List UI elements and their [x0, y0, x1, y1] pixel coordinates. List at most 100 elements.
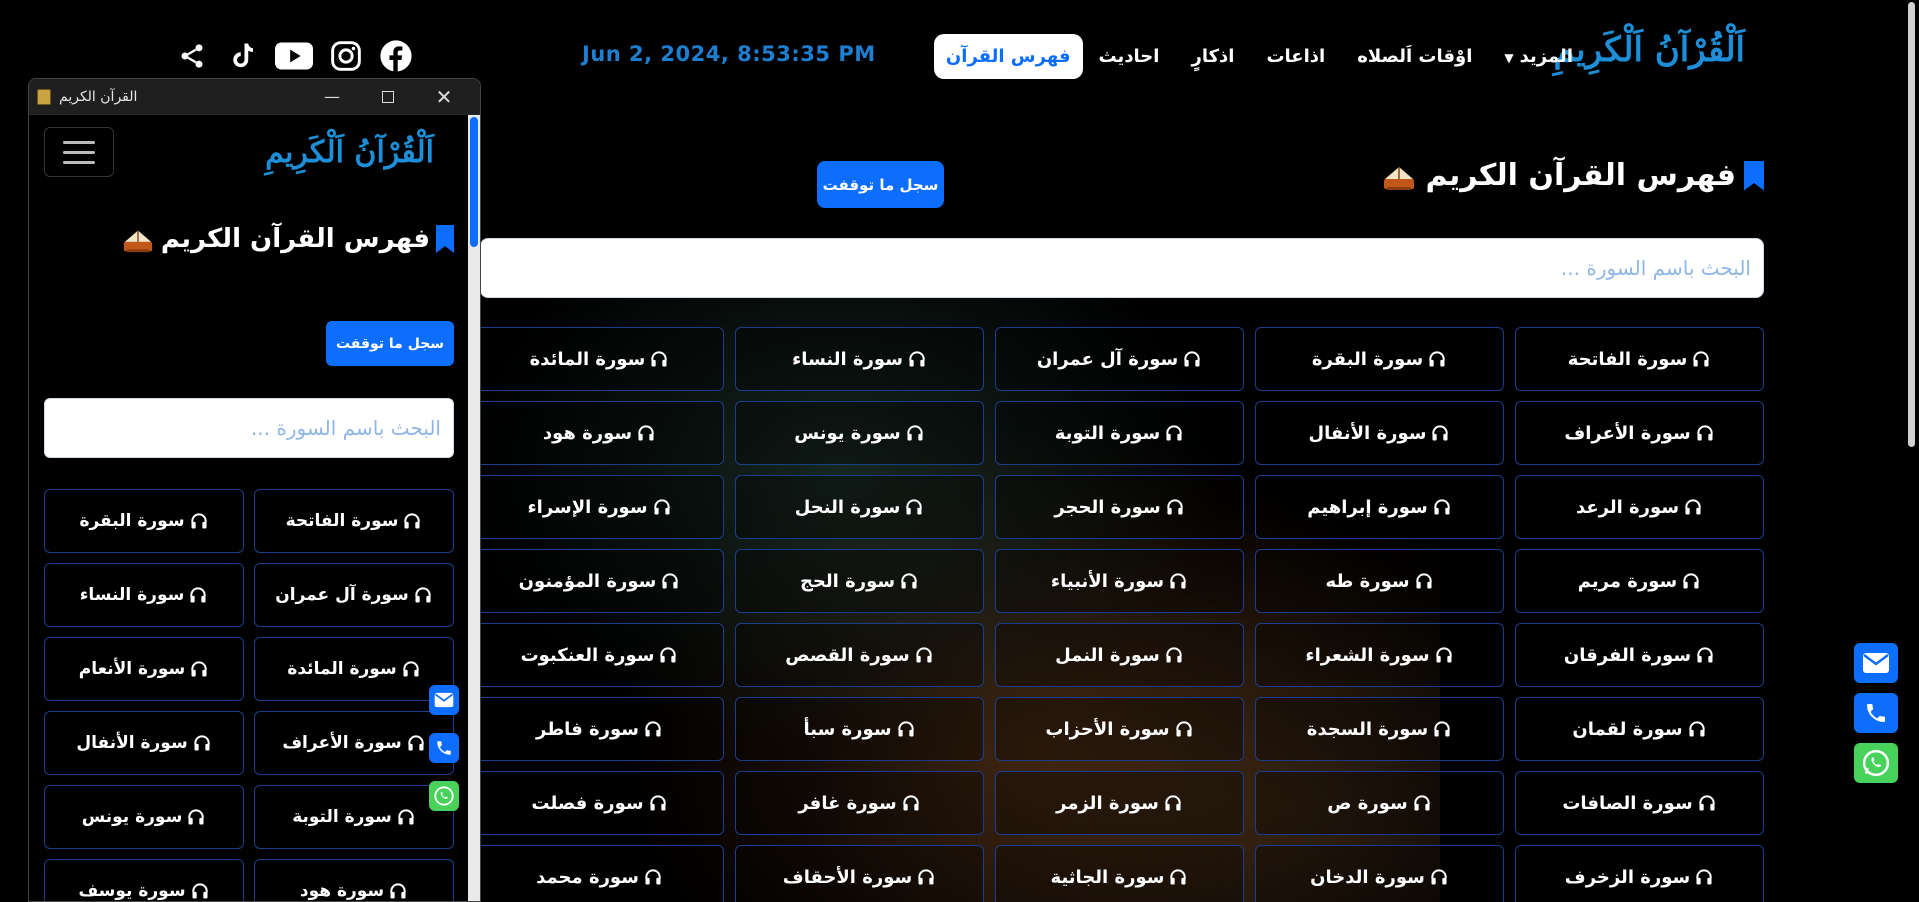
surah-card[interactable]: سورة التوبة — [995, 401, 1244, 465]
surah-card[interactable]: سورة الإسراء — [475, 475, 724, 539]
surah-card[interactable]: سورة لقمان — [1515, 697, 1764, 761]
window-save-progress-button[interactable]: سجل ما توقفت — [326, 321, 454, 366]
window-surah-card[interactable]: سورة هود — [254, 859, 454, 901]
quran-book-icon — [1384, 166, 1415, 190]
whatsapp-icon[interactable] — [429, 781, 459, 811]
page-scrollbar[interactable] — [1905, 0, 1917, 902]
window-scrollbar[interactable] — [468, 115, 480, 901]
window-surah-search-input[interactable]: البحث باسم السورة ... — [44, 398, 454, 458]
app-window: القرآن الكريم — ✕ اَلْقُرْآنُ اَلْكَرِيم… — [28, 78, 481, 902]
surah-card[interactable]: سورة الزخرف — [1515, 845, 1764, 902]
surah-card[interactable]: سورة النساء — [735, 327, 984, 391]
surah-card[interactable]: سورة الزمر — [995, 771, 1244, 835]
window-surah-card[interactable]: سورة التوبة — [254, 785, 454, 849]
nav-more-dropdown[interactable]: المزيد ▼ — [1488, 34, 1589, 79]
headphones-icon — [188, 809, 204, 825]
window-surah-card[interactable]: سورة البقرة — [44, 489, 244, 553]
surah-card[interactable]: سورة النمل — [995, 623, 1244, 687]
headphones-icon — [1170, 573, 1186, 589]
maximize-icon[interactable] — [360, 79, 416, 115]
surah-card[interactable]: سورة السجدة — [1255, 697, 1504, 761]
surah-card[interactable]: سورة محمد — [475, 845, 724, 902]
surah-card[interactable]: سورة الفرقان — [1515, 623, 1764, 687]
surah-card[interactable]: سورة آل عمران — [995, 327, 1244, 391]
surah-name: سورة الزمر — [1056, 792, 1159, 814]
save-progress-button[interactable]: سجل ما توقفت — [817, 161, 944, 208]
surah-row: سورة الفرقان سورة الشعراء سورة النمل سورة ا… — [475, 623, 1764, 687]
window-surah-card[interactable]: سورة النساء — [44, 563, 244, 627]
surah-card[interactable]: سورة الجاثية — [995, 845, 1244, 902]
surah-card[interactable]: سورة ص — [1255, 771, 1504, 835]
nav-quran-index[interactable]: فهرس القرآن — [933, 34, 1083, 79]
mail-icon[interactable] — [429, 685, 459, 715]
window-surah-card[interactable]: سورة آل عمران — [254, 563, 454, 627]
headphones-icon — [662, 573, 679, 589]
surah-name: سورة الفرقان — [1563, 644, 1692, 666]
phone-icon[interactable] — [429, 733, 459, 763]
window-surah-card[interactable]: سورة يوسف — [44, 859, 244, 901]
surah-name: سورة يونس — [794, 422, 901, 444]
surah-card[interactable]: سورة مريم — [1515, 549, 1764, 613]
surah-card[interactable]: سورة الأحقاف — [735, 845, 984, 902]
share-icon[interactable] — [174, 38, 210, 74]
window-surah-card[interactable]: سورة الأعراف — [254, 711, 454, 775]
surah-card[interactable]: سورة القصص — [735, 623, 984, 687]
surah-card[interactable]: سورة يونس — [735, 401, 984, 465]
window-surah-card[interactable]: سورة الأنعام — [44, 637, 244, 701]
surah-card[interactable]: سورة النحل — [735, 475, 984, 539]
surah-card[interactable]: سورة الرعد — [1515, 475, 1764, 539]
surah-card[interactable]: سورة غافر — [735, 771, 984, 835]
surah-card[interactable]: سورة الأنبياء — [995, 549, 1244, 613]
surah-name: سورة الأنعام — [78, 659, 186, 679]
window-scrollbar-thumb[interactable] — [470, 117, 478, 247]
surah-card[interactable]: سورة البقرة — [1255, 327, 1504, 391]
surah-card[interactable]: سورة العنكبوت — [475, 623, 724, 687]
surah-card[interactable]: سورة هود — [475, 401, 724, 465]
minimize-icon[interactable]: — — [304, 79, 360, 115]
phone-icon[interactable] — [1854, 693, 1898, 733]
surah-card[interactable]: سورة الصافات — [1515, 771, 1764, 835]
nav-links: فهرس القرآن احاديث اذكارٍ اذاعات اوْقات … — [920, 34, 1589, 79]
surah-name: سورة الأحزاب — [1045, 718, 1170, 740]
menu-toggle-icon[interactable] — [44, 127, 114, 177]
facebook-icon[interactable] — [378, 38, 414, 74]
surah-card[interactable]: سورة الفاتحة — [1515, 327, 1764, 391]
surah-card[interactable]: سورة الأعراف — [1515, 401, 1764, 465]
surah-card[interactable]: سورة طه — [1255, 549, 1504, 613]
surah-card[interactable]: سورة فاطر — [475, 697, 724, 761]
surah-card[interactable]: سورة سبأ — [735, 697, 984, 761]
instagram-icon[interactable] — [328, 38, 364, 74]
surah-card[interactable]: سورة الحجر — [995, 475, 1244, 539]
nav-prayer-times[interactable]: اوْقات اَلصلاه — [1341, 34, 1488, 79]
surah-name: سورة محمد — [536, 866, 639, 888]
whatsapp-icon[interactable] — [1854, 743, 1898, 783]
page-scrollbar-thumb[interactable] — [1908, 2, 1915, 447]
tiktok-icon[interactable] — [224, 38, 260, 74]
surah-card[interactable]: سورة الدخان — [1255, 845, 1504, 902]
surah-card[interactable]: سورة الأحزاب — [995, 697, 1244, 761]
mail-icon[interactable] — [1854, 643, 1898, 683]
window-titlebar[interactable]: القرآن الكريم — ✕ — [29, 79, 480, 115]
nav-hadith[interactable]: احاديث — [1083, 34, 1176, 79]
nav-radio[interactable]: اذاعات — [1250, 34, 1341, 79]
surah-card[interactable]: سورة المائدة — [475, 327, 724, 391]
surah-card[interactable]: سورة الشعراء — [1255, 623, 1504, 687]
surah-card[interactable]: سورة فصلت — [475, 771, 724, 835]
surah-search-input[interactable]: البحث باسم السورة ... — [480, 238, 1764, 298]
surah-card[interactable]: سورة إبراهيم — [1255, 475, 1504, 539]
surah-card[interactable]: سورة المؤمنون — [475, 549, 724, 613]
window-surah-card[interactable]: سورة الفاتحة — [254, 489, 454, 553]
window-surah-row: سورة هود سورة يوسف — [44, 859, 454, 901]
close-icon[interactable]: ✕ — [416, 79, 472, 115]
headphones-icon — [1414, 795, 1430, 811]
headphones-icon — [390, 883, 406, 899]
surah-card[interactable]: سورة الأنفال — [1255, 401, 1504, 465]
surah-card[interactable]: سورة الحج — [735, 549, 984, 613]
window-brand[interactable]: اَلْقُرْآنُ اَلْكَرِيمِ — [265, 135, 434, 170]
window-surah-card[interactable]: سورة المائدة — [254, 637, 454, 701]
window-surah-card[interactable]: سورة يونس — [44, 785, 244, 849]
window-surah-card[interactable]: سورة الأنفال — [44, 711, 244, 775]
youtube-icon[interactable] — [274, 38, 314, 74]
surah-name: سورة الأحقاف — [782, 866, 913, 888]
nav-adhkar[interactable]: اذكارٍ — [1175, 34, 1250, 79]
